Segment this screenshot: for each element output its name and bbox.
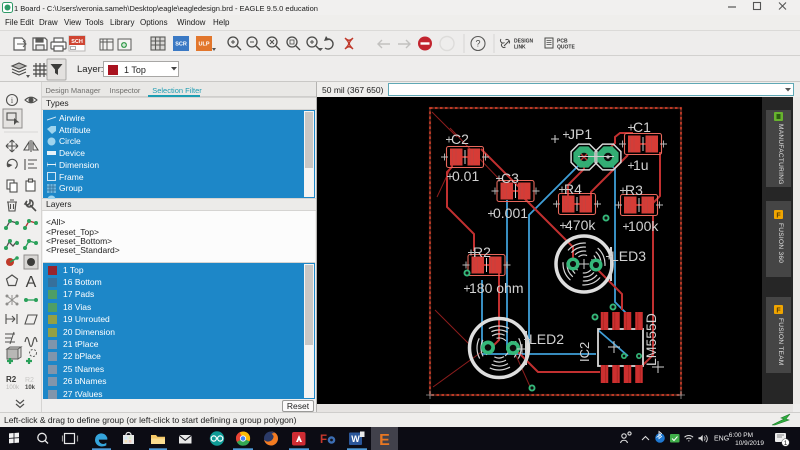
- svg-text:A: A: [26, 274, 37, 291]
- svg-text:R4: R4: [564, 181, 582, 197]
- svg-text:6:00 PM: 6:00 PM: [729, 432, 753, 439]
- svg-text:LM555D: LM555D: [643, 313, 659, 366]
- svg-text:C2: C2: [451, 131, 469, 147]
- svg-text:?: ?: [475, 39, 480, 49]
- svg-text:IC2: IC2: [577, 342, 592, 362]
- svg-text:470k: 470k: [565, 217, 596, 233]
- svg-text:100k: 100k: [628, 218, 659, 234]
- svg-text:F: F: [320, 434, 327, 446]
- svg-text:JP1: JP1: [568, 126, 592, 142]
- svg-text:R2: R2: [473, 244, 491, 260]
- svg-text:C1: C1: [633, 119, 651, 135]
- svg-text:R3: R3: [625, 182, 643, 198]
- svg-text:F: F: [776, 308, 781, 315]
- svg-text:1u: 1u: [633, 157, 649, 173]
- svg-text:W: W: [351, 434, 360, 444]
- svg-text:0.01: 0.01: [452, 168, 479, 184]
- svg-text:ENG: ENG: [714, 436, 729, 443]
- svg-text:0.001: 0.001: [493, 205, 528, 221]
- svg-text:100k: 100k: [6, 385, 20, 391]
- svg-text:C3: C3: [501, 170, 519, 186]
- svg-text:LED3: LED3: [611, 248, 646, 264]
- svg-text:SCH: SCH: [71, 39, 83, 45]
- svg-text:10k: 10k: [25, 385, 36, 391]
- svg-text:SCR: SCR: [175, 42, 187, 48]
- svg-text:ULP: ULP: [199, 42, 210, 48]
- svg-text:E: E: [379, 432, 390, 449]
- svg-text:R2: R2: [6, 375, 17, 384]
- svg-text:QUOTE: QUOTE: [557, 45, 575, 51]
- svg-text:1: 1: [784, 440, 788, 447]
- svg-text:10/9/2019: 10/9/2019: [735, 440, 764, 447]
- svg-text:LED2: LED2: [529, 331, 564, 347]
- svg-text:F: F: [776, 213, 781, 220]
- svg-text:R2: R2: [25, 377, 34, 384]
- svg-text:LINK: LINK: [514, 45, 526, 51]
- svg-text:i: i: [11, 96, 14, 105]
- svg-text:180 ohm: 180 ohm: [469, 280, 523, 296]
